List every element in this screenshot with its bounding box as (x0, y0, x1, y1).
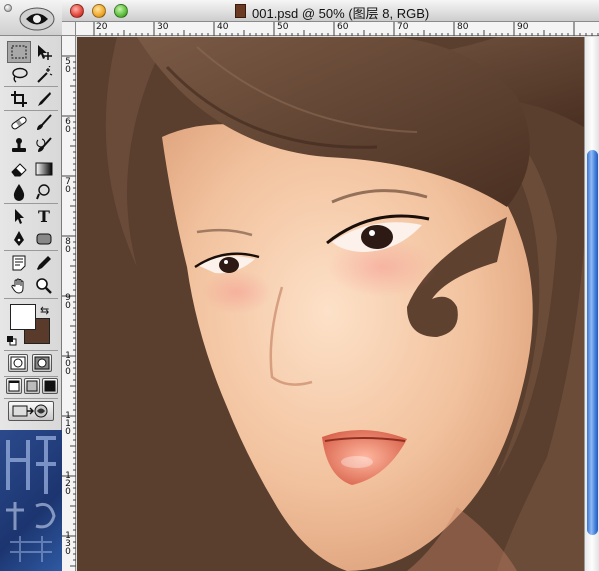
ruler-label: 90 (517, 22, 529, 32)
ruler-label: 1 3 0 (65, 531, 71, 557)
arrow-cursor-icon (15, 209, 24, 224)
clone-stamp-tool[interactable] (7, 135, 31, 157)
magic-wand-tool[interactable] (32, 64, 56, 86)
window-close-button[interactable] (70, 4, 84, 18)
water-drop-icon (13, 184, 25, 201)
screen-mode-menu-icon (26, 380, 38, 392)
ruler-label: 5 0 (65, 57, 71, 75)
magic-wand-icon (37, 66, 53, 83)
document-title: 001.psd @ 50% (图层 8, RGB) (252, 6, 430, 21)
history-brush-tool[interactable] (32, 135, 56, 157)
vertical-scrollbar-thumb[interactable] (587, 150, 598, 535)
window-zoom-button[interactable] (114, 4, 128, 18)
ruler-label: 50 (277, 22, 289, 32)
lasso-tool[interactable] (7, 64, 31, 86)
gradient-tool[interactable] (32, 158, 56, 180)
ruler-label: 80 (457, 22, 469, 32)
portrait-illustration (77, 37, 584, 571)
document-titlebar[interactable]: 001.psd @ 50% (图层 8, RGB) (62, 0, 599, 22)
screen-mode-full-icon (44, 380, 56, 392)
move-icon (38, 45, 52, 60)
screen-mode-menu-button[interactable] (24, 378, 40, 394)
pen-nib-icon (14, 231, 24, 246)
desktop-background-panel (0, 430, 62, 571)
eraser-icon (11, 163, 27, 177)
rect-marquee-tool[interactable] (7, 41, 31, 63)
type-tool[interactable]: T (32, 205, 56, 227)
move-tool[interactable] (32, 41, 56, 63)
shape-tool[interactable] (32, 228, 56, 250)
image-canvas[interactable] (77, 37, 584, 571)
crop-tool[interactable] (7, 88, 31, 110)
screen-mode-standard-button[interactable] (6, 378, 22, 394)
ruler-label: 70 (397, 22, 409, 32)
ruler-label: 60 (337, 22, 349, 32)
slice-knife-icon (38, 92, 51, 106)
ruler-label: 8 0 (65, 237, 71, 255)
eyedropper-tool[interactable] (32, 252, 56, 274)
window-minimize-button[interactable] (92, 4, 106, 18)
blur-tool[interactable] (7, 181, 31, 203)
photoshop-eye-logo-icon[interactable] (18, 6, 56, 32)
note-icon (12, 255, 26, 271)
ruler-label: 1 1 0 (65, 411, 71, 437)
swap-colors-icon[interactable]: ⇆ (40, 304, 49, 317)
ruler-label: 9 0 (65, 293, 71, 311)
quick-mask-mode-button[interactable] (32, 354, 52, 372)
vertical-scrollbar[interactable] (584, 37, 599, 571)
eyedropper-icon (37, 256, 51, 270)
jump-to-imageready-button[interactable] (8, 401, 54, 421)
rect-marquee-icon (11, 45, 27, 59)
standard-mode-icon (10, 356, 26, 370)
ruler-label: 20 (96, 22, 108, 32)
desktop-watermark-graphic (6, 436, 56, 562)
notes-tool[interactable] (7, 252, 31, 274)
gradient-icon (35, 162, 53, 176)
dodge-tool[interactable] (32, 181, 56, 203)
ruler-label: 6 0 (65, 117, 71, 135)
ruler-label: 1 0 0 (65, 351, 71, 377)
screen-mode-standard-icon (8, 380, 20, 392)
document-window: 001.psd @ 50% (图层 8, RGB) 20 30 40 50 60… (62, 0, 599, 571)
rounded-rect-icon (36, 233, 52, 245)
dodge-icon (36, 184, 50, 200)
zoom-tool[interactable] (32, 275, 56, 297)
vertical-ruler[interactable]: 5 0 6 0 7 0 8 0 9 0 1 0 0 1 1 0 1 2 0 1 … (62, 36, 76, 571)
eraser-tool[interactable] (7, 158, 31, 180)
healing-brush-tool[interactable] (7, 112, 31, 134)
hand-icon (11, 278, 24, 294)
ruler-origin[interactable] (62, 22, 76, 36)
magnifier-icon (36, 278, 52, 294)
crop-icon (11, 91, 27, 107)
slice-tool[interactable] (32, 88, 56, 110)
default-colors-icon[interactable] (7, 336, 17, 346)
lasso-icon (12, 67, 28, 83)
palette-close-button[interactable] (4, 4, 12, 12)
bandage-icon (11, 116, 27, 130)
imageready-jump-icon (12, 404, 48, 418)
brush-tool[interactable] (32, 112, 56, 134)
standard-mode-button[interactable] (8, 354, 28, 372)
ruler-label: 1 2 0 (65, 471, 71, 497)
brush-icon (37, 114, 52, 130)
tool-palette-titlebar[interactable] (0, 0, 62, 36)
quick-mask-icon (34, 356, 50, 370)
ruler-label: 40 (217, 22, 229, 32)
foreground-color-swatch[interactable] (10, 304, 36, 330)
history-brush-icon (36, 137, 52, 152)
psd-file-icon (235, 4, 246, 18)
ruler-label: 30 (157, 22, 169, 32)
tool-palette: T ⇆ (0, 0, 62, 430)
stamp-icon (12, 138, 26, 152)
type-T-icon: T (38, 206, 50, 226)
pen-tool[interactable] (7, 228, 31, 250)
ruler-label: 7 0 (65, 177, 71, 195)
hand-tool[interactable] (7, 275, 31, 297)
horizontal-ruler[interactable]: 20 30 40 50 60 70 80 90 (76, 22, 599, 36)
path-selection-tool[interactable] (7, 205, 31, 227)
screen-mode-full-button[interactable] (42, 378, 58, 394)
